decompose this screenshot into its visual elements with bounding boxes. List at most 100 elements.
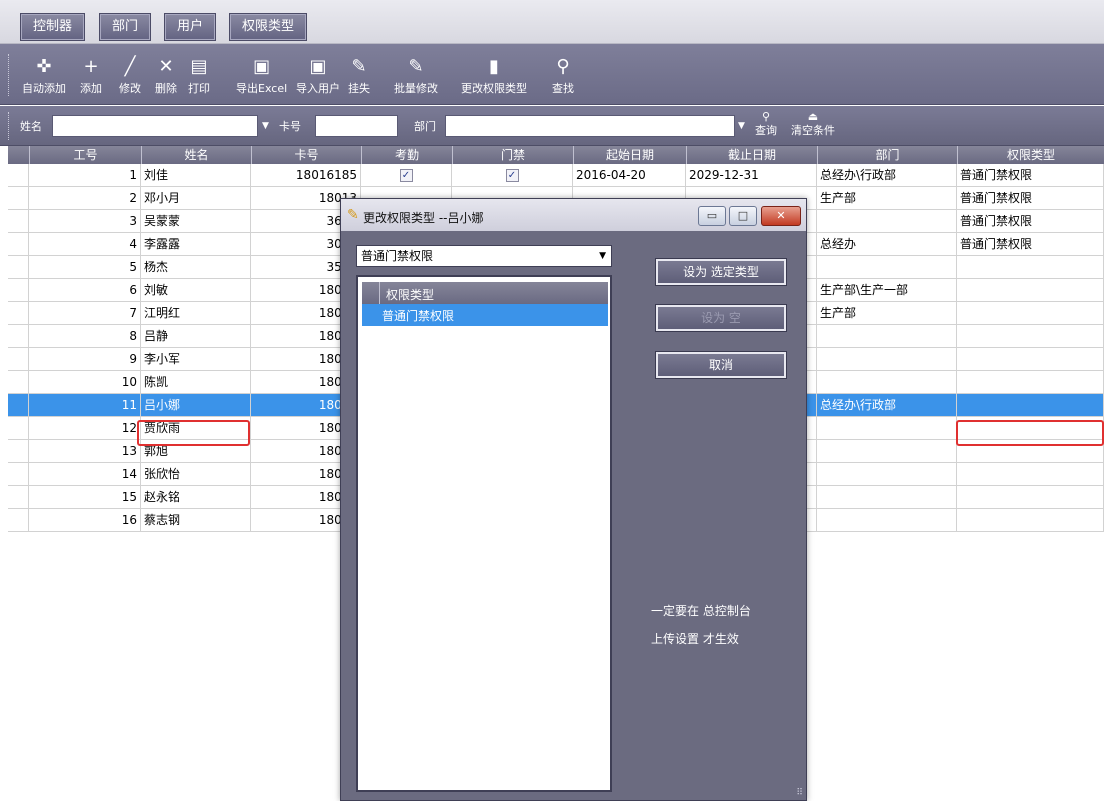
- checkbox-checked-icon[interactable]: ✓: [399, 169, 413, 182]
- tab-users[interactable]: 用户: [164, 13, 217, 41]
- toolbar-button-0[interactable]: ✜ 自动添加: [22, 56, 66, 96]
- toolbar-button-8[interactable]: ✎ 批量修改: [394, 56, 438, 96]
- dialog-title-bar[interactable]: ✎ 更改权限类型 --吕小娜 ▭ □ ✕: [341, 199, 806, 231]
- cell-department: [817, 210, 957, 233]
- add-auto-icon: ✜: [36, 56, 52, 77]
- permission-list-header: 权限类型: [362, 282, 608, 304]
- row-header[interactable]: [8, 348, 29, 371]
- row-header[interactable]: [8, 187, 29, 210]
- header-start-date[interactable]: 起始日期: [573, 146, 686, 164]
- close-button[interactable]: ✕: [761, 206, 801, 226]
- toolbar-button-2[interactable]: ╱ 修改: [119, 56, 141, 96]
- cell-name: 江明红: [141, 302, 251, 325]
- toolbar-button-10[interactable]: ⚲ 查找: [552, 56, 574, 96]
- toolbar-button-1[interactable]: + 添加: [80, 56, 102, 96]
- batch-edit-icon: ✎: [408, 56, 424, 77]
- department-input[interactable]: [445, 115, 735, 137]
- checkbox-checked-icon[interactable]: ✓: [505, 169, 519, 182]
- note-line-1: 一定要在 总控制台: [651, 604, 751, 618]
- minimize-button[interactable]: ▭: [698, 206, 726, 226]
- cell-department: [817, 509, 957, 532]
- cell-name: 邓小月: [141, 187, 251, 210]
- toolbar-grip[interactable]: [8, 54, 11, 96]
- row-header[interactable]: [8, 394, 29, 417]
- toolbar-button-7[interactable]: ✎ 挂失: [348, 56, 370, 96]
- tab-permission-types[interactable]: 权限类型: [229, 13, 308, 41]
- cell-permission-type: [957, 394, 1104, 417]
- row-header[interactable]: [8, 509, 29, 532]
- cell-department: 生产部\生产一部: [817, 279, 957, 302]
- card-input[interactable]: [315, 115, 398, 137]
- toolbar-button-4[interactable]: ▤ 打印: [188, 56, 210, 96]
- header-end-date[interactable]: 截止日期: [686, 146, 817, 164]
- grid-header: 工号 姓名 卡号 考勤 门禁 起始日期 截止日期 部门 权限类型: [8, 146, 1104, 164]
- cell-id: 10: [29, 371, 141, 394]
- toolbar-button-9[interactable]: ▮ 更改权限类型: [461, 56, 527, 96]
- row-header[interactable]: [8, 279, 29, 302]
- row-header[interactable]: [8, 463, 29, 486]
- highlight-name-cell: [137, 420, 250, 446]
- cell-name: 刘敏: [141, 279, 251, 302]
- toolbar-button-6[interactable]: ▣ 导入用户: [296, 56, 340, 96]
- search-icon: ⚲: [556, 56, 570, 77]
- note-line-2: 上传设置 才生效: [651, 632, 739, 646]
- row-header[interactable]: [8, 371, 29, 394]
- row-header[interactable]: [8, 417, 29, 440]
- table-row[interactable]: 1 刘佳 18016185 ✓ ✓ 2016-04-20 2029-12-31 总经办\行政部…: [8, 164, 1104, 187]
- header-name[interactable]: 姓名: [141, 146, 251, 164]
- maximize-button[interactable]: □: [729, 206, 757, 226]
- resize-grip-icon[interactable]: ⠿: [796, 788, 803, 798]
- row-header[interactable]: [8, 440, 29, 463]
- change-permission-dialog: ✎ 更改权限类型 --吕小娜 ▭ □ ✕ 普通门禁权限 ▼ 权限类型 普通门禁权…: [340, 198, 807, 801]
- row-header[interactable]: [8, 210, 29, 233]
- cell-name: 李露露: [141, 233, 251, 256]
- list-item[interactable]: 普通门禁权限: [362, 304, 608, 326]
- name-input[interactable]: [52, 115, 258, 137]
- row-header[interactable]: [8, 486, 29, 509]
- filter-grip[interactable]: [8, 112, 11, 140]
- tab-department[interactable]: 部门: [99, 13, 152, 41]
- highlight-permission-cell: [956, 420, 1104, 446]
- set-selected-type-button[interactable]: 设为 选定类型: [655, 258, 787, 286]
- toolbar-button-3[interactable]: ✕ 删除: [155, 56, 177, 96]
- cell-permission-type: [957, 509, 1104, 532]
- row-header[interactable]: [8, 164, 29, 187]
- toolbar-button-5[interactable]: ▣ 导出Excel: [236, 56, 287, 96]
- toolbar-label: 删除: [155, 82, 177, 95]
- name-dropdown-arrow-icon[interactable]: ▼: [262, 121, 269, 131]
- permission-list-header-label: 权限类型: [386, 288, 435, 302]
- cancel-button[interactable]: 取消: [655, 351, 787, 379]
- department-dropdown-arrow-icon[interactable]: ▼: [738, 121, 745, 131]
- header-attendance[interactable]: 考勤: [361, 146, 452, 164]
- clear-conditions-button[interactable]: ⏏ 清空条件: [791, 111, 835, 138]
- cell-id: 13: [29, 440, 141, 463]
- pencil-icon: ╱: [124, 56, 136, 77]
- header-permission-type[interactable]: 权限类型: [957, 146, 1104, 164]
- cell-name: 吴蒙蒙: [141, 210, 251, 233]
- name-label: 姓名: [20, 120, 42, 133]
- query-button[interactable]: ⚲ 查询: [755, 111, 777, 138]
- header-card[interactable]: 卡号: [251, 146, 361, 164]
- cell-name: 赵永铭: [141, 486, 251, 509]
- set-empty-button[interactable]: 设为 空: [655, 304, 787, 332]
- toolbar-label: 修改: [119, 82, 141, 95]
- tab-controller[interactable]: 控制器: [20, 13, 86, 41]
- row-header[interactable]: [8, 325, 29, 348]
- cell-permission-type: 普通门禁权限: [957, 164, 1104, 187]
- cell-id: 2: [29, 187, 141, 210]
- toolbar-label: 挂失: [348, 82, 370, 95]
- cell-id: 12: [29, 417, 141, 440]
- header-access[interactable]: 门禁: [452, 146, 573, 164]
- cell-name: 杨杰: [141, 256, 251, 279]
- cell-id: 11: [29, 394, 141, 417]
- main-toolbar: ✜ 自动添加 + 添加 ╱ 修改 ✕ 删除 ▤ 打印 ▣ 导出Excel ▣ 导入用户 ✎ 挂失 ✎ 批量修改 ▮ 更…: [0, 44, 1104, 105]
- cell-department: [817, 256, 957, 279]
- row-header[interactable]: [8, 233, 29, 256]
- cell-id: 4: [29, 233, 141, 256]
- row-header[interactable]: [8, 302, 29, 325]
- header-id[interactable]: 工号: [29, 146, 141, 164]
- cell-department: [817, 371, 957, 394]
- header-department[interactable]: 部门: [817, 146, 957, 164]
- row-header[interactable]: [8, 256, 29, 279]
- permission-type-select[interactable]: 普通门禁权限 ▼: [356, 245, 612, 267]
